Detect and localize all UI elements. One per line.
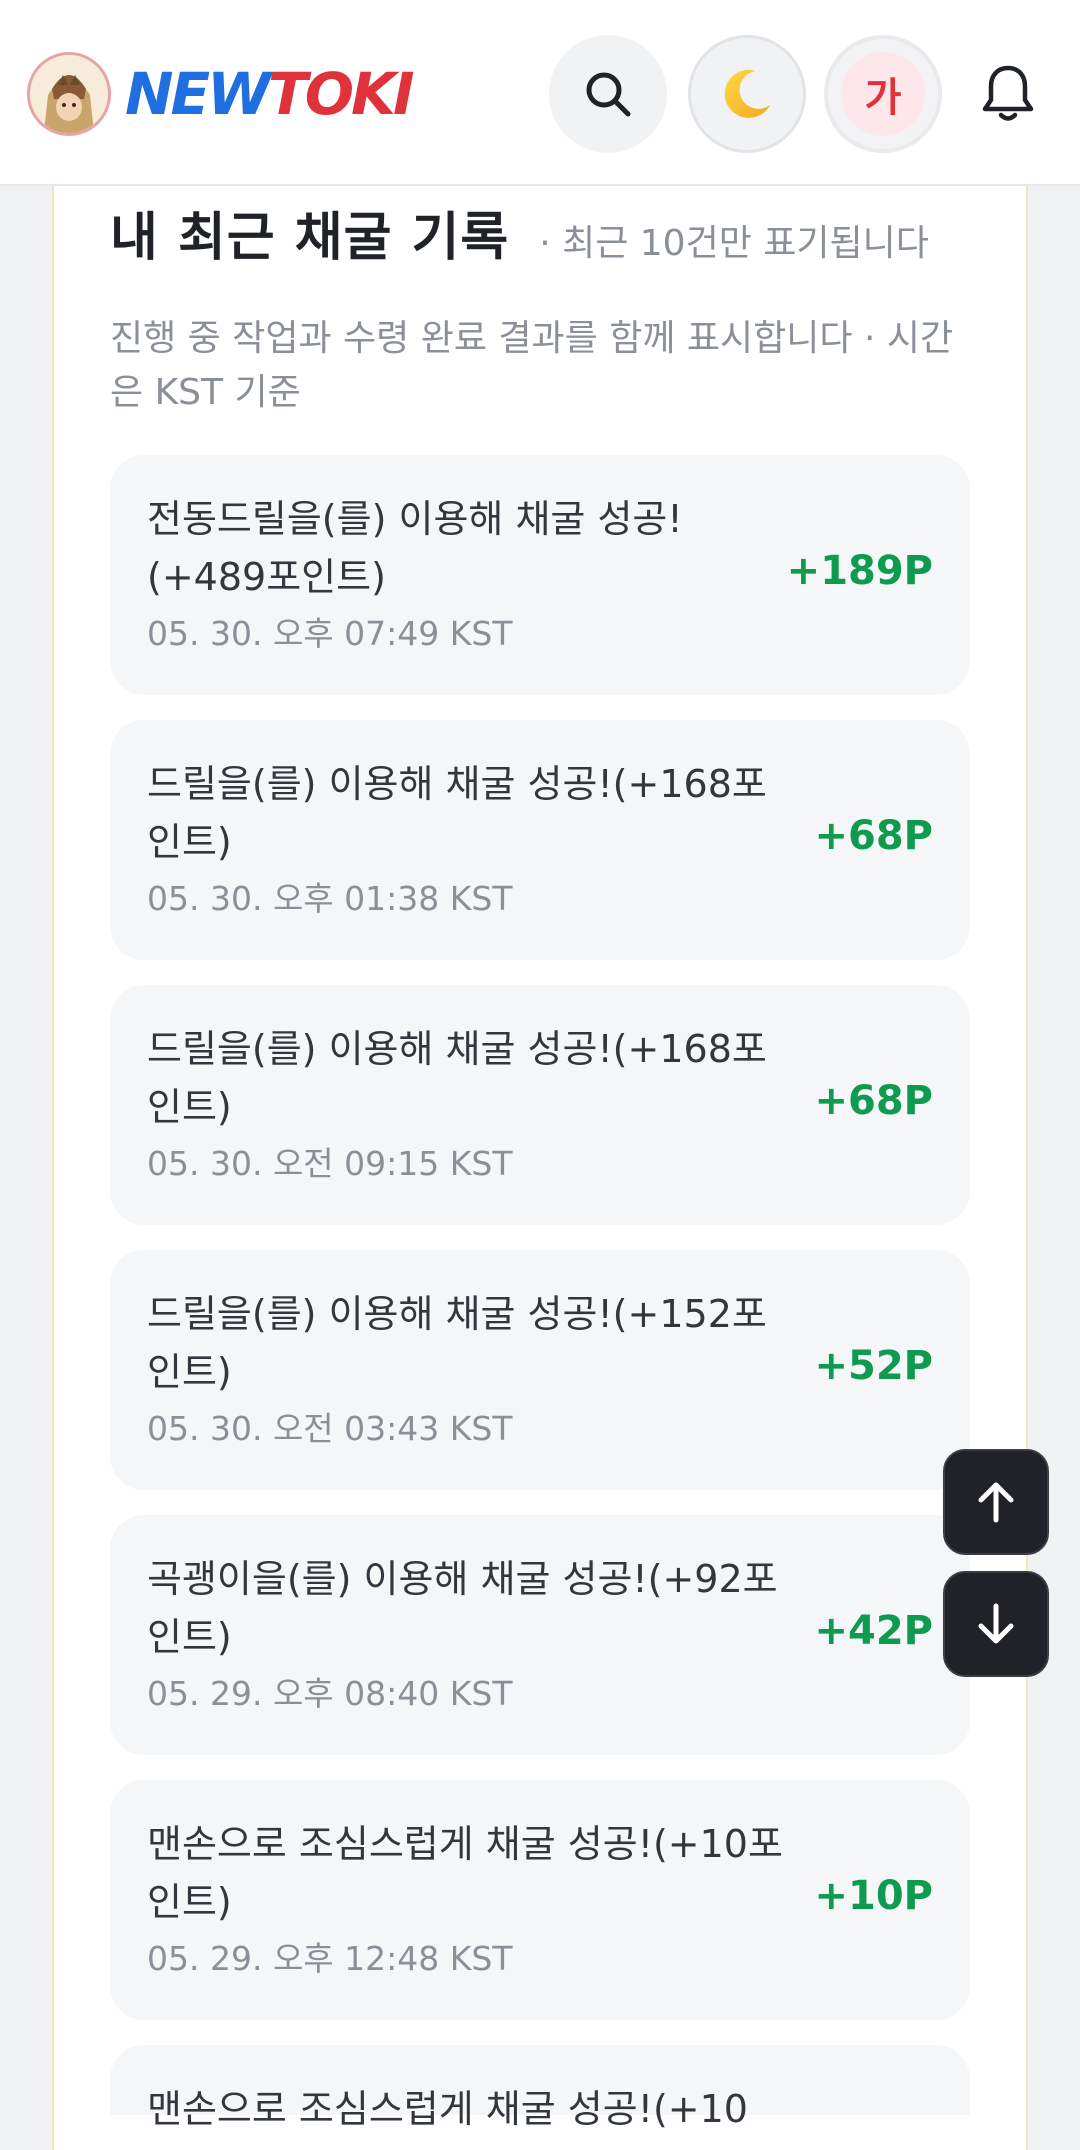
search-icon [586, 72, 631, 117]
record-message: 전동드릴을(를) 이용해 채굴 성공!(+489포인트) [147, 497, 683, 599]
logo-new: NEW [125, 60, 271, 128]
mining-record-card: 전동드릴을(를) 이용해 채굴 성공!(+489포인트) 05. 30. 오후 … [110, 455, 970, 695]
record-message: 맨손으로 조심스럽게 채굴 성공!(+10 [147, 2087, 748, 2131]
record-time: 05. 30. 오전 09:15 KST [147, 1144, 513, 1183]
arrow-up-icon [978, 1482, 1014, 1523]
theme-toggle-button[interactable] [688, 35, 806, 153]
section-title: 내 최근 채굴 기록 [110, 208, 510, 268]
record-points: +52P [814, 1343, 934, 1389]
character-avatar [27, 52, 111, 136]
record-time: 05. 30. 오후 01:38 KST [147, 879, 513, 918]
notifications-button[interactable] [978, 62, 1038, 126]
mining-record-card: 곡괭이을(를) 이용해 채굴 성공!(+92포인트) 05. 29. 오후 08… [110, 1515, 970, 1755]
record-time: 05. 29. 오후 08:40 KST [147, 1674, 513, 1713]
record-message: 드릴을(를) 이용해 채굴 성공!(+168포인트) [147, 1027, 767, 1129]
record-message: 드릴을(를) 이용해 채굴 성공!(+152포인트) [147, 1292, 767, 1394]
moon-icon [724, 69, 770, 118]
section-note: · 최근 10건만 표기됩니다 [539, 223, 929, 264]
record-points: +189P [786, 548, 933, 594]
mining-record-card: 드릴을(를) 이용해 채굴 성공!(+168포인트) 05. 30. 오전 09… [110, 985, 970, 1225]
record-message: 맨손으로 조심스럽게 채굴 성공!(+10포인트) [147, 1822, 783, 1924]
section-header: 내 최근 채굴 기록 · 최근 10건만 표기됩니다 [110, 195, 929, 270]
arrow-down-icon [978, 1603, 1014, 1644]
record-time: 05. 30. 오후 07:49 KST [147, 614, 513, 653]
site-logo[interactable]: NEWTOKI [27, 50, 415, 138]
mining-record-card: 맨손으로 조심스럽게 채굴 성공!(+10포인트) 05. 29. 오후 12:… [110, 1780, 970, 2020]
mining-record-card: 드릴을(를) 이용해 채굴 성공!(+168포인트) 05. 30. 오후 01… [110, 720, 970, 960]
font-size-button[interactable]: 가 [824, 35, 942, 153]
record-time: 05. 30. 오전 03:43 KST [147, 1409, 513, 1448]
logo-toki: TOKI [268, 60, 414, 128]
scroll-bottom-button[interactable] [943, 1571, 1049, 1677]
record-time: 05. 29. 오후 12:48 KST [147, 1939, 513, 1978]
record-points: +68P [814, 1078, 934, 1124]
search-button[interactable] [549, 35, 667, 153]
mining-record-card: 맨손으로 조심스럽게 채굴 성공!(+10 [110, 2045, 970, 2131]
record-points: +42P [814, 1608, 934, 1654]
app-header: NEWTOKI 가 [0, 0, 1080, 186]
record-message: 드릴을(를) 이용해 채굴 성공!(+168포인트) [147, 762, 767, 864]
bell-icon [982, 65, 1034, 121]
scroll-top-button[interactable] [943, 1449, 1049, 1555]
section-description: 진행 중 작업과 수령 완료 결과를 함께 표시합니다 · 시간은 KST 기준 [110, 318, 954, 413]
record-points: +68P [814, 813, 934, 859]
logo-wordmark: NEWTOKI [125, 65, 415, 123]
font-size-label: 가 [841, 52, 925, 136]
record-points: +10P [814, 1873, 934, 1919]
mining-record-card: 드릴을(를) 이용해 채굴 성공!(+152포인트) 05. 30. 오전 03… [110, 1250, 970, 1490]
record-message: 곡괭이을(를) 이용해 채굴 성공!(+92포인트) [147, 1557, 778, 1659]
